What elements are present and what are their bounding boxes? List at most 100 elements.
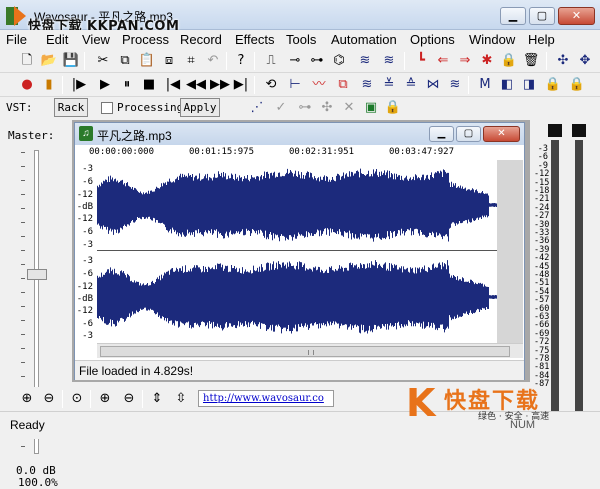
lock-icon[interactable]: 🔒 bbox=[500, 52, 518, 70]
trim-icon[interactable]: ⧈ bbox=[160, 52, 178, 70]
stop-icon[interactable]: ■ bbox=[140, 76, 158, 94]
menu-tools[interactable]: Tools bbox=[286, 32, 316, 47]
normalize-icon[interactable]: ⊢ bbox=[286, 76, 304, 94]
trim-silence-icon[interactable]: ⎍ bbox=[262, 52, 280, 70]
apply-button[interactable]: Apply bbox=[180, 98, 220, 117]
axis-label: -6 bbox=[82, 319, 93, 329]
vu-peak-left bbox=[548, 124, 562, 137]
new-file-icon[interactable]: 🗋 bbox=[18, 52, 36, 70]
link-icon[interactable]: ⊶ bbox=[308, 52, 326, 70]
menu-file[interactable]: File bbox=[6, 32, 27, 47]
record-icon[interactable]: ● bbox=[18, 76, 36, 94]
menu-record[interactable]: Record bbox=[180, 32, 222, 47]
axis-label: -3 bbox=[82, 331, 93, 341]
go-end-icon[interactable]: ▶| bbox=[232, 76, 250, 94]
undo-icon[interactable]: ↶ bbox=[204, 52, 222, 70]
wave-icon[interactable]: ≋ bbox=[358, 76, 376, 94]
wave-reverse-icon[interactable]: ≋ bbox=[446, 76, 464, 94]
zoom-all-icon[interactable]: ⊖ bbox=[120, 390, 138, 408]
scrollbar-thumb[interactable] bbox=[100, 346, 510, 357]
save-icon[interactable]: 💾 bbox=[62, 52, 80, 70]
cut-icon[interactable]: ✂ bbox=[94, 52, 112, 70]
zoom-in-icon[interactable]: ⊕ bbox=[18, 390, 36, 408]
check-icon[interactable]: ✓ bbox=[272, 99, 290, 117]
menu-automation[interactable]: Automation bbox=[331, 32, 397, 47]
automation-icon[interactable]: ⋰ bbox=[248, 99, 266, 117]
processing-checkbox[interactable] bbox=[101, 102, 113, 114]
zoom-selection-icon[interactable]: ⊕ bbox=[96, 390, 114, 408]
website-link[interactable]: http://www.wavosaur.co bbox=[198, 390, 334, 407]
amplitude-axis: -3 -6 -12 -dB -12 -6 -3 -3 -6 -12 -dB -1… bbox=[75, 160, 95, 343]
title-bar: Wavosaur - 平凡之路.mp3 快盘下载 KKPAN.COM ▁ ▢ ✕ bbox=[0, 0, 600, 34]
menu-process[interactable]: Process bbox=[122, 32, 169, 47]
master-scale-tick bbox=[21, 194, 25, 195]
copy-red-icon[interactable]: ⧉ bbox=[334, 76, 352, 94]
split-icon[interactable]: ✱ bbox=[478, 52, 496, 70]
delete-icon[interactable]: 🗑 bbox=[522, 52, 540, 70]
minimize-button[interactable]: ▁ bbox=[500, 7, 526, 25]
paste-icon[interactable]: 📋 bbox=[138, 52, 156, 70]
wave-down-icon[interactable]: ≚ bbox=[380, 76, 398, 94]
document-status-text: File loaded in 4.829s! bbox=[79, 364, 194, 378]
wave-up-icon[interactable]: ≙ bbox=[402, 76, 420, 94]
forward-icon[interactable]: ▶▶ bbox=[210, 76, 230, 94]
expand-icon[interactable]: ✣ bbox=[554, 52, 572, 70]
node-icon[interactable]: ✣ bbox=[318, 99, 336, 117]
horizontal-scrollbar[interactable] bbox=[97, 343, 523, 358]
master-scale-tick bbox=[21, 306, 25, 307]
menu-effects[interactable]: Effects bbox=[235, 32, 275, 47]
time-ruler[interactable]: 00:00:00:000 00:01:15:975 00:02:31:951 0… bbox=[89, 147, 497, 160]
menu-edit[interactable]: Edit bbox=[46, 32, 68, 47]
lock-left-icon[interactable]: 🔒 bbox=[544, 76, 562, 94]
master-scale-tick bbox=[21, 264, 25, 265]
wave-view-icon[interactable]: ≋ bbox=[356, 52, 374, 70]
help-icon[interactable]: ? bbox=[232, 52, 250, 70]
mono-icon[interactable]: M bbox=[476, 76, 494, 94]
meters-icon[interactable]: ▮ bbox=[40, 76, 58, 94]
lock-right-icon[interactable]: 🔒 bbox=[568, 76, 586, 94]
maximize-button[interactable]: ▢ bbox=[529, 7, 555, 25]
open-folder-icon[interactable]: 📂 bbox=[40, 52, 58, 70]
stereo-right-icon[interactable]: ◨ bbox=[520, 76, 538, 94]
rewind-icon[interactable]: ◀◀ bbox=[186, 76, 206, 94]
menu-view[interactable]: View bbox=[82, 32, 110, 47]
close-button[interactable]: ✕ bbox=[558, 7, 595, 25]
pause-icon[interactable]: ⏸ bbox=[118, 76, 136, 94]
expand-vert-icon[interactable]: ✥ bbox=[576, 52, 594, 70]
stereo-left-icon[interactable]: ◧ bbox=[498, 76, 516, 94]
rack-button[interactable]: Rack bbox=[54, 98, 88, 117]
menu-help[interactable]: Help bbox=[528, 32, 555, 47]
doc-maximize-button[interactable]: ▢ bbox=[456, 126, 481, 142]
zoom-out-icon[interactable]: ⊖ bbox=[40, 390, 58, 408]
move-left-icon[interactable]: ⇐ bbox=[434, 52, 452, 70]
play-from-start-icon[interactable]: |▶ bbox=[70, 76, 88, 94]
play-icon[interactable]: ▶ bbox=[96, 76, 114, 94]
plugin-icon[interactable]: ⌬ bbox=[330, 52, 348, 70]
wave-fade-icon[interactable]: ⋈ bbox=[424, 76, 442, 94]
zoom-wave-icon[interactable]: ≋ bbox=[380, 52, 398, 70]
move-right-icon[interactable]: ⇒ bbox=[456, 52, 474, 70]
master-volume-slider[interactable] bbox=[27, 269, 47, 280]
doc-close-button[interactable]: ✕ bbox=[483, 126, 520, 142]
transport-toolbar: ● ▮ |▶ ▶ ⏸ ■ |◀ ◀◀ ▶▶ ▶| ⟲ ⊢ 〰 ⧉ ≋ ≚ ≙ ⋈… bbox=[0, 73, 600, 97]
vertical-zoom-in-icon[interactable]: ⇕ bbox=[148, 390, 166, 408]
copy-icon[interactable]: ⧉ bbox=[116, 52, 134, 70]
loop-icon[interactable]: ⟲ bbox=[262, 76, 280, 94]
crop-icon[interactable]: ⌗ bbox=[182, 52, 200, 70]
axis-label: -3 bbox=[82, 240, 93, 250]
run-icon[interactable]: ▣ bbox=[362, 99, 380, 117]
vertical-zoom-out-icon[interactable]: ⇳ bbox=[172, 390, 190, 408]
curve-icon[interactable]: ⊶ bbox=[296, 99, 314, 117]
marker-icon[interactable]: ⊸ bbox=[286, 52, 304, 70]
zoom-fit-icon[interactable]: ⊙ bbox=[68, 390, 86, 408]
menu-options[interactable]: Options bbox=[410, 32, 455, 47]
master-percent: 100.0% bbox=[18, 476, 58, 489]
menu-window[interactable]: Window bbox=[469, 32, 515, 47]
vst-lock-icon[interactable]: 🔒 bbox=[384, 99, 402, 117]
remove-icon[interactable]: ✕ bbox=[340, 99, 358, 117]
waveform-area[interactable] bbox=[97, 160, 497, 343]
doc-minimize-button[interactable]: ▁ bbox=[429, 126, 454, 142]
go-start-icon[interactable]: |◀ bbox=[164, 76, 182, 94]
marker-red-icon[interactable]: ┗ bbox=[412, 52, 430, 70]
spectrum-icon[interactable]: 〰 bbox=[310, 76, 328, 94]
